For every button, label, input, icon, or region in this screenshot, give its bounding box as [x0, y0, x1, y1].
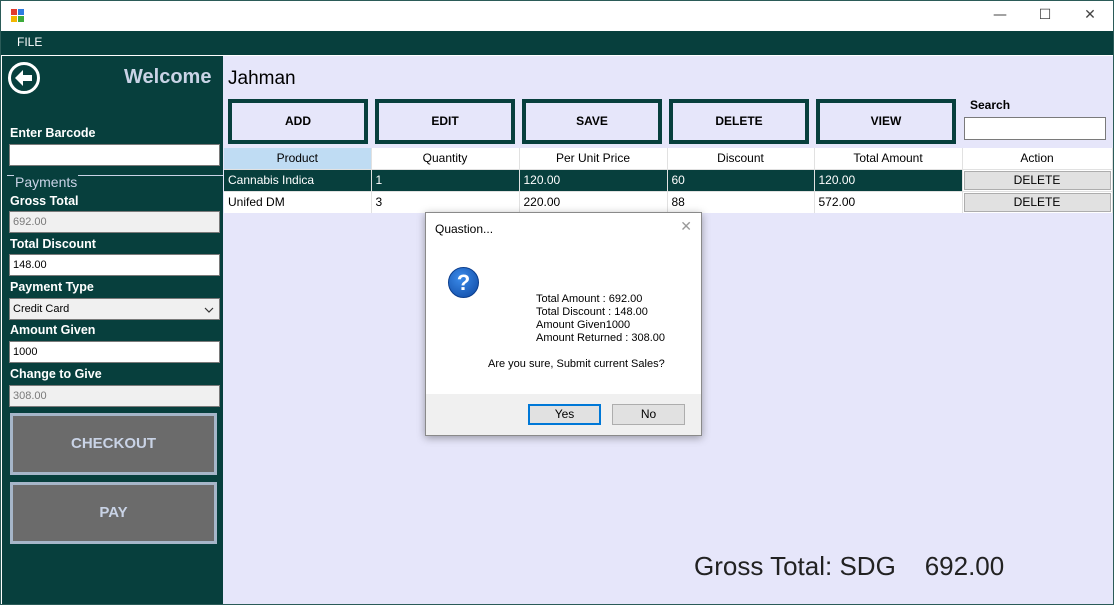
edit-button[interactable]: EDIT	[375, 99, 515, 144]
amount-given-field[interactable]: 1000	[9, 341, 220, 363]
payments-legend: Payments	[14, 174, 79, 190]
cell-product[interactable]: Cannabis Indica	[224, 168, 372, 191]
column-header-unit-price[interactable]: Per Unit Price	[519, 148, 668, 169]
search-label: Search	[970, 98, 1011, 112]
table-row[interactable]: Unifed DM 3 220.00 88 572.00 DELETE	[224, 190, 1113, 213]
confirm-dialog: Quastion... ✕ ? Total Amount : 692.00 To…	[425, 212, 702, 436]
cell-action: DELETE	[962, 190, 1113, 213]
dialog-footer: Yes No	[426, 394, 701, 435]
table-row[interactable]: Cannabis Indica 1 120.00 60 120.00 DELET…	[224, 168, 1113, 191]
payment-type-select[interactable]: Credit Card	[9, 298, 220, 320]
column-header-total[interactable]: Total Amount	[814, 148, 963, 169]
total-discount-field[interactable]: 148.00	[9, 254, 220, 276]
dialog-close-icon[interactable]: ✕	[680, 219, 692, 235]
dialog-confirm-text: Are you sure, Submit current Sales?	[488, 358, 665, 370]
dialog-line-discount: Total Discount : 148.00	[536, 306, 648, 318]
pay-button[interactable]: PAY	[10, 482, 217, 544]
cell-total[interactable]: 120.00	[814, 168, 963, 191]
no-button[interactable]: No	[612, 404, 685, 425]
change-field: 308.00	[9, 385, 220, 407]
menu-bar: FILE	[1, 31, 1113, 55]
payment-type-value: Credit Card	[13, 303, 70, 315]
column-header-discount[interactable]: Discount	[667, 148, 815, 169]
payment-type-label: Payment Type	[10, 280, 94, 294]
pos-window: — ☐ ✕ FILE Welcome Enter Barcode Payment…	[0, 0, 1114, 605]
arrow-left-icon	[15, 70, 32, 86]
search-input[interactable]	[964, 117, 1106, 140]
column-header-action[interactable]: Action	[962, 148, 1113, 169]
welcome-heading: Welcome	[124, 66, 212, 88]
amount-given-label: Amount Given	[10, 323, 96, 337]
add-button[interactable]: ADD	[228, 99, 368, 144]
save-button[interactable]: SAVE	[522, 99, 662, 144]
barcode-label: Enter Barcode	[10, 126, 96, 140]
checkout-button[interactable]: CHECKOUT	[10, 413, 217, 475]
cell-action: DELETE	[962, 168, 1113, 191]
dialog-line-returned: Amount Returned : 308.00	[536, 332, 666, 344]
sidebar: Welcome Enter Barcode Payments Gross Tot…	[2, 56, 223, 604]
sales-grid: Product Quantity Per Unit Price Discount…	[224, 148, 1113, 213]
view-button[interactable]: VIEW	[816, 99, 956, 144]
delete-button[interactable]: DELETE	[669, 99, 809, 144]
cell-discount[interactable]: 60	[667, 168, 815, 191]
menu-file[interactable]: FILE	[17, 35, 42, 49]
title-bar: — ☐ ✕	[1, 1, 1113, 31]
user-name: Jahman	[228, 68, 296, 89]
close-button[interactable]: ✕	[1067, 1, 1113, 31]
total-discount-label: Total Discount	[10, 237, 96, 251]
grid-header-row: Product Quantity Per Unit Price Discount…	[224, 148, 1113, 169]
yes-button[interactable]: Yes	[528, 404, 601, 425]
row-delete-button[interactable]: DELETE	[963, 170, 1111, 190]
dialog-line-total: Total Amount : 692.00	[536, 293, 643, 305]
cell-unit-price[interactable]: 120.00	[519, 168, 668, 191]
column-header-quantity[interactable]: Quantity	[371, 148, 520, 169]
column-header-product[interactable]: Product	[224, 148, 372, 169]
row-delete-button[interactable]: DELETE	[963, 192, 1111, 212]
chevron-down-icon	[204, 307, 214, 313]
cell-total[interactable]: 572.00	[814, 190, 963, 213]
gross-total-field: 692.00	[9, 211, 220, 233]
dialog-line-given: Amount Given1000	[536, 319, 631, 331]
cell-product[interactable]: Unifed DM	[224, 190, 372, 213]
gross-total-footer: Gross Total: SDG 692.00	[694, 551, 1005, 581]
gross-total-label: Gross Total	[10, 194, 79, 208]
question-icon: ?	[448, 267, 479, 298]
minimize-button[interactable]: —	[977, 1, 1023, 31]
back-button[interactable]	[8, 62, 40, 94]
barcode-input[interactable]	[9, 144, 220, 166]
cell-unit-price[interactable]: 220.00	[519, 190, 668, 213]
app-icon	[11, 9, 24, 22]
cell-quantity[interactable]: 1	[371, 168, 520, 191]
change-label: Change to Give	[10, 367, 102, 381]
dialog-title: Quastion...	[435, 222, 494, 236]
cell-discount[interactable]: 88	[667, 190, 815, 213]
maximize-button[interactable]: ☐	[1022, 1, 1068, 31]
cell-quantity[interactable]: 3	[371, 190, 520, 213]
